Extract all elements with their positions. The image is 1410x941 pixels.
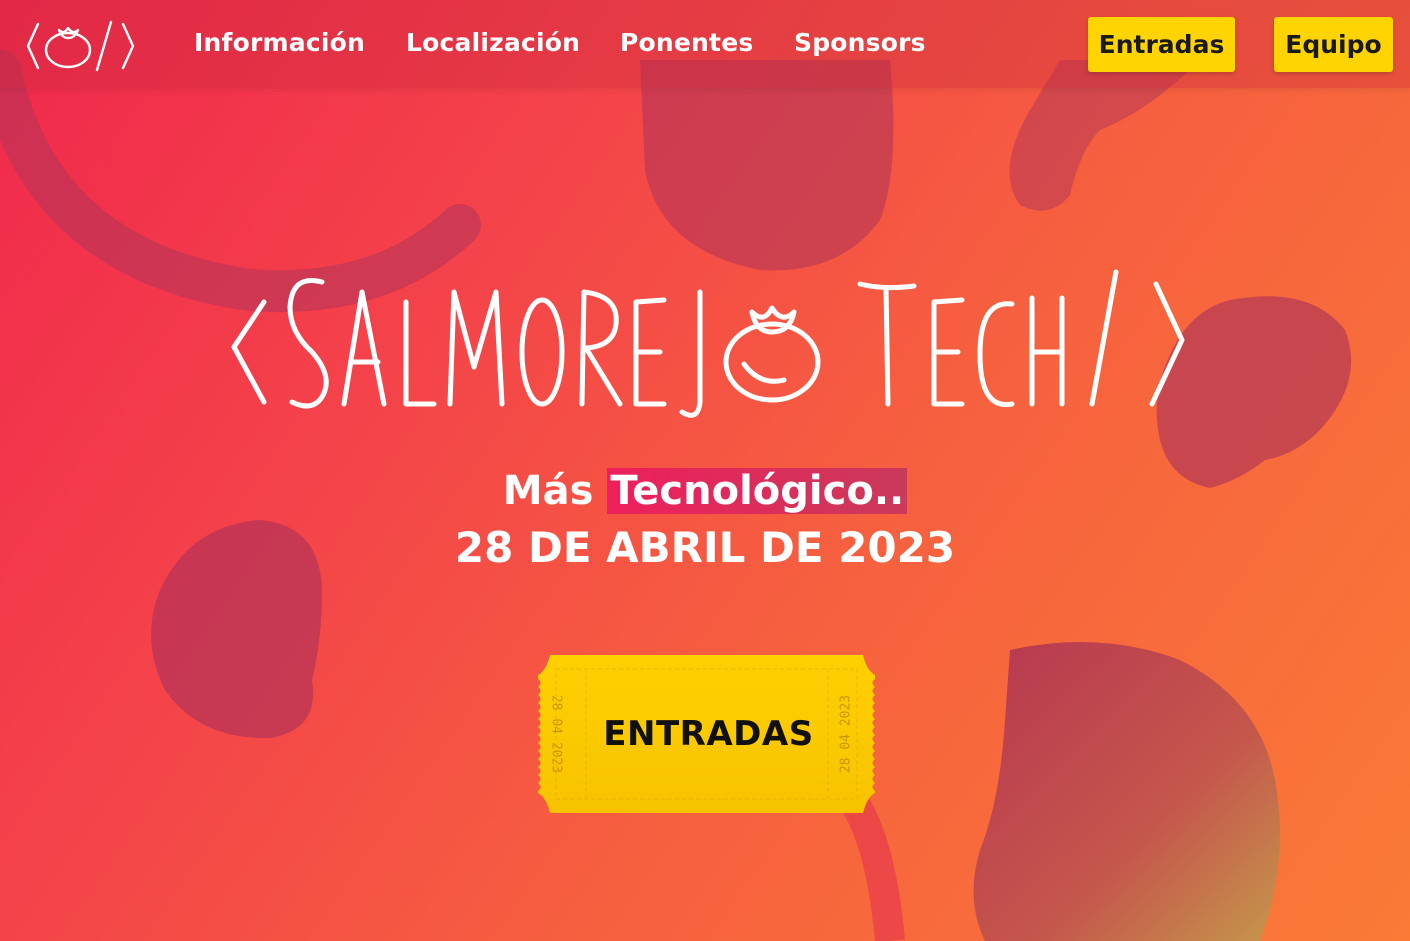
entradas-button[interactable]: Entradas xyxy=(1088,17,1235,72)
ticket-stub-right: 28 04 2023 xyxy=(838,694,854,774)
nav-link-informacion[interactable]: Información xyxy=(194,28,365,57)
top-navbar: Información Localización Ponentes Sponso… xyxy=(0,0,1410,88)
tagline-prefix: Más xyxy=(502,468,594,514)
top-center-blob xyxy=(640,60,894,271)
tomato-code-icon[interactable] xyxy=(22,14,138,76)
ticket-stub-left: 28 04 2023 xyxy=(548,694,564,774)
arc-blob xyxy=(0,49,481,313)
hero-title xyxy=(231,269,1185,418)
hero-tagline: Más Tecnológico.. xyxy=(0,466,1410,516)
event-date: 28 DE ABRIL DE 2023 xyxy=(454,523,956,572)
entradas-ticket-button[interactable]: ENTRADAS xyxy=(530,655,883,813)
nav-link-localizacion[interactable]: Localización xyxy=(406,28,580,57)
ticket-label: ENTRADAS xyxy=(603,714,814,754)
bottom-right-blob xyxy=(973,642,1280,941)
equipo-button[interactable]: Equipo xyxy=(1274,17,1393,72)
tagline-highlight: Tecnológico.. xyxy=(607,468,908,514)
nav-link-sponsors[interactable]: Sponsors xyxy=(794,28,926,57)
nav-link-ponentes[interactable]: Ponentes xyxy=(620,28,753,57)
